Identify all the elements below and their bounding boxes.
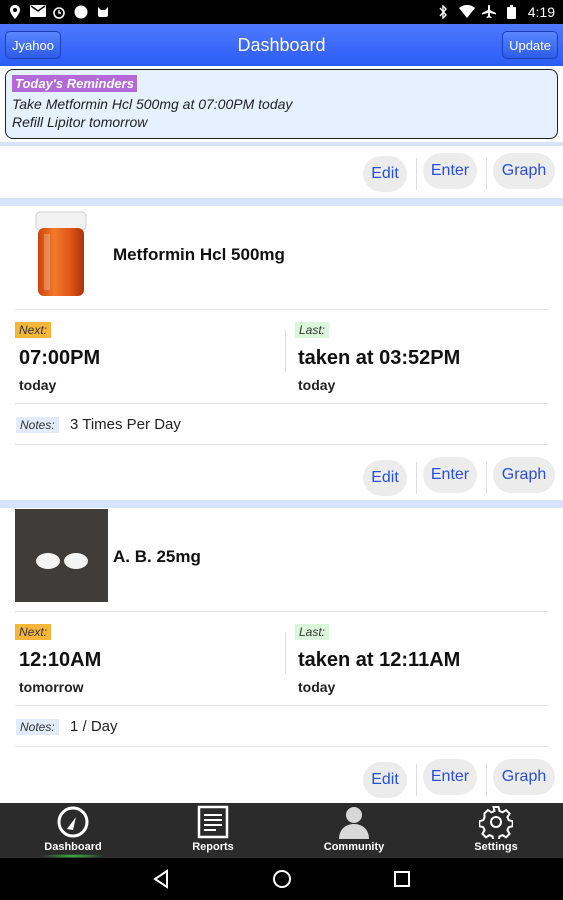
last-day: today (298, 377, 336, 393)
tab-dashboard[interactable]: Dashboard (22, 803, 124, 858)
tab-settings[interactable]: Settings (445, 803, 547, 858)
tab-label: Settings (474, 841, 518, 853)
graph-button[interactable]: Graph (493, 153, 555, 189)
home-icon[interactable] (271, 868, 293, 890)
medication-name: A. B. 25mg (113, 547, 201, 566)
gmail-icon (30, 5, 46, 19)
divider (285, 632, 286, 674)
edit-button[interactable]: Edit (363, 156, 407, 192)
medication-card: Metformin Hcl 500mg Next: 07:00PM today … (0, 206, 563, 496)
divider (416, 764, 417, 796)
last-label: Last: (295, 624, 330, 640)
divider (15, 746, 548, 747)
medication-name: Metformin Hcl 500mg (113, 245, 285, 264)
cat-icon (96, 5, 110, 19)
divider (486, 764, 487, 796)
page-title: Dashboard (237, 34, 326, 55)
graph-button[interactable]: Graph (493, 457, 555, 493)
last-taken-time: taken at 03:52PM (298, 347, 461, 369)
last-taken-time: taken at 12:11AM (298, 649, 461, 671)
divider (15, 403, 548, 404)
divider (416, 158, 417, 190)
person-icon (339, 807, 369, 839)
divider (15, 309, 548, 310)
divider (416, 462, 417, 494)
gear-icon (479, 806, 513, 839)
next-time: 07:00PM (19, 347, 101, 369)
circle-icon (74, 5, 88, 19)
section-separator (0, 500, 563, 508)
edit-button[interactable]: Edit (363, 762, 407, 798)
system-nav-bar (0, 858, 563, 900)
reminder-line: Refill Lipitor tomorrow (12, 114, 148, 130)
header-bar: Jyahoo Dashboard Update (0, 24, 563, 66)
edit-button[interactable]: Edit (363, 460, 407, 496)
divider (15, 444, 548, 445)
next-day: today (19, 377, 57, 393)
todays-reminders-box: Today's Reminders Take Metformin Hcl 500… (5, 69, 558, 139)
notes-value: 1 / Day (70, 718, 118, 735)
tab-community[interactable]: Community (303, 803, 405, 858)
enter-button[interactable]: Enter (423, 759, 477, 795)
next-day: tomorrow (19, 679, 84, 695)
reminders-title: Today's Reminders (12, 75, 137, 92)
recents-icon[interactable] (391, 868, 413, 890)
graph-button[interactable]: Graph (493, 759, 555, 795)
enter-button[interactable]: Enter (423, 457, 477, 493)
back-icon[interactable] (150, 868, 172, 890)
reminder-actions: Edit Enter Graph (0, 148, 563, 198)
next-label: Next: (15, 322, 52, 338)
location-icon (8, 5, 22, 19)
divider (285, 330, 286, 372)
status-time: 4:19 (527, 4, 555, 20)
alarm-icon (52, 5, 66, 19)
gauge-icon (57, 806, 89, 838)
tab-label: Reports (192, 841, 234, 853)
bottom-tab-bar: Dashboard Reports Community Settings (0, 803, 563, 858)
reminder-line: Take Metformin Hcl 500mg at 07:00PM toda… (12, 96, 293, 112)
divider (15, 611, 548, 612)
medication-card: A. B. 25mg Next: 12:10AM tomorrow Last: … (0, 508, 563, 803)
battery-icon (505, 5, 519, 19)
tab-label: Dashboard (44, 841, 102, 853)
section-separator (0, 198, 563, 206)
notes-label: Notes: (16, 719, 59, 735)
bluetooth-icon (436, 4, 450, 20)
enter-button[interactable]: Enter (423, 153, 477, 189)
update-button[interactable]: Update (502, 31, 558, 59)
notes-value: 3 Times Per Day (70, 416, 181, 433)
tab-label: Community (323, 841, 385, 853)
airplane-icon (481, 5, 496, 19)
jyahoo-button[interactable]: Jyahoo (5, 31, 61, 59)
next-time: 12:10AM (19, 649, 102, 671)
status-bar: 4:19 (0, 0, 563, 24)
last-day: today (298, 679, 336, 695)
tab-reports[interactable]: Reports (162, 803, 264, 858)
divider (486, 462, 487, 494)
wifi-icon (458, 4, 475, 19)
pill-bottle-image (30, 210, 92, 302)
divider (15, 705, 548, 706)
last-label: Last: (295, 322, 330, 338)
section-separator (0, 142, 563, 146)
next-label: Next: (15, 624, 52, 640)
divider (486, 158, 487, 190)
pills-image (15, 509, 108, 602)
notes-label: Notes: (16, 417, 59, 433)
report-icon (197, 805, 229, 839)
